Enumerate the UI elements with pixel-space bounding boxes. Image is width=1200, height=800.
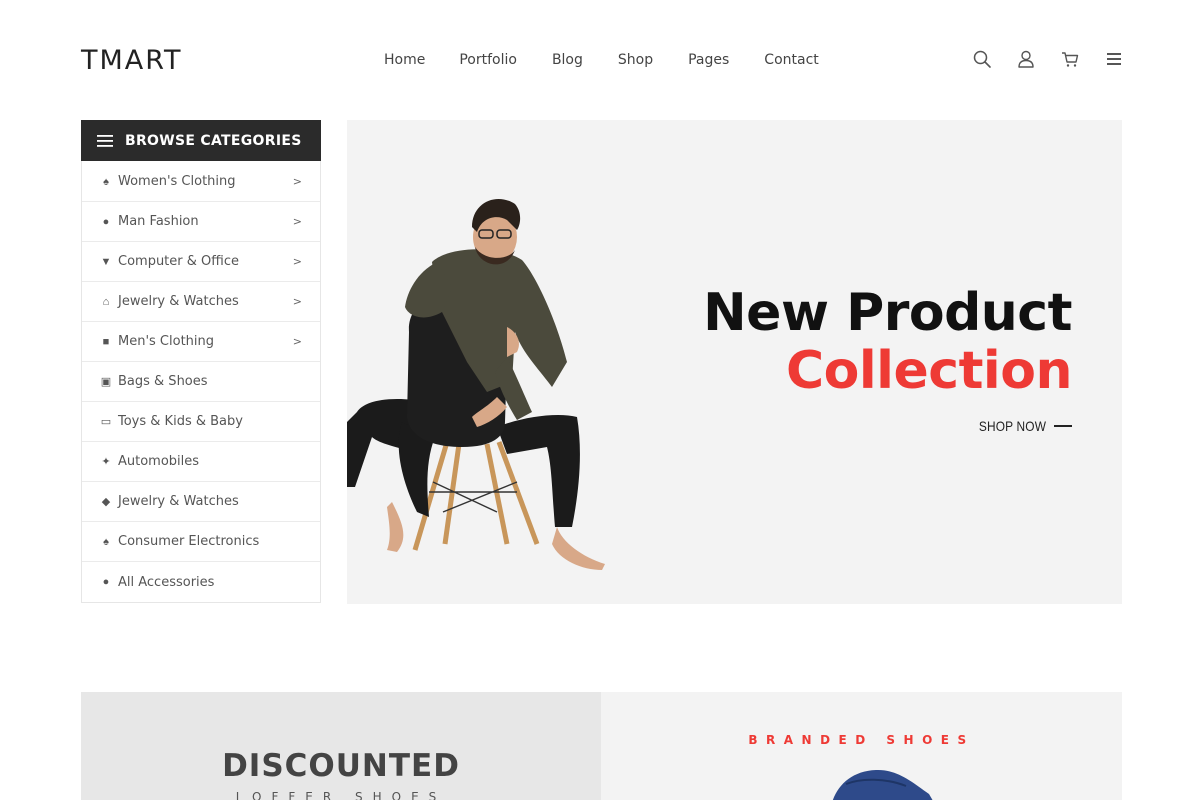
female-icon: ♠: [103, 175, 109, 188]
category-jewelry-watches-2[interactable]: ◆ Jewelry & Watches: [82, 482, 320, 522]
user-icon: ●: [102, 215, 110, 228]
chevron-right-icon: >: [292, 215, 302, 228]
category-womens-clothing[interactable]: ♠ Women's Clothing >: [82, 162, 320, 202]
nav-contact[interactable]: Contact: [764, 50, 818, 70]
hero-banner: New Product Collection SHOP NOW: [347, 120, 1122, 604]
sidebar-heading: BROWSE CATEGORIES: [125, 132, 302, 149]
plug-icon: ✦: [101, 455, 111, 468]
laptop-icon: ▭: [100, 415, 112, 428]
main-nav: Home Portfolio Blog Shop Pages Contact: [384, 50, 819, 70]
chevron-right-icon: >: [292, 175, 302, 188]
nav-home[interactable]: Home: [384, 50, 425, 70]
site-header: TMART Home Portfolio Blog Shop Pages Con…: [0, 0, 1200, 120]
building-icon: ▣: [100, 375, 112, 388]
category-label: Automobiles: [118, 454, 200, 469]
branded-shoes-title: BRANDED SHOES: [748, 733, 975, 747]
category-label: All Accessories: [118, 574, 215, 590]
menu-icon[interactable]: [1104, 49, 1124, 69]
category-toys-kids-baby[interactable]: ▭ Toys & Kids & Baby: [82, 402, 320, 442]
category-label: Women's Clothing: [118, 174, 236, 189]
shoe-image: [832, 769, 933, 800]
category-consumer-electronics[interactable]: ♠ Consumer Electronics: [82, 522, 320, 562]
hamburger-icon: [97, 134, 113, 147]
category-computer-office[interactable]: ▼ Computer & Office >: [82, 242, 320, 282]
chevron-right-icon: >: [292, 295, 302, 308]
category-list: ♠ Women's Clothing > ● Man Fashion > ▼ C…: [82, 162, 320, 602]
category-all-accessories[interactable]: ● All Accessories: [82, 562, 320, 602]
cart-icon[interactable]: [1060, 49, 1080, 69]
shop-now-label: SHOP NOW: [978, 418, 1046, 434]
chevron-right-icon: >: [292, 335, 302, 348]
user-icon[interactable]: [1016, 49, 1036, 69]
site-logo[interactable]: TMART: [81, 44, 183, 78]
coffee-icon: ■: [102, 335, 110, 348]
nav-pages[interactable]: Pages: [688, 50, 729, 70]
tags-icon: ◆: [101, 495, 111, 508]
category-mens-clothing[interactable]: ■ Men's Clothing >: [82, 322, 320, 362]
chevron-right-icon: >: [292, 255, 302, 268]
branded-shoes-banner[interactable]: BRANDED SHOES: [601, 692, 1122, 800]
category-label: Bags & Shoes: [118, 374, 208, 389]
category-man-fashion[interactable]: ● Man Fashion >: [82, 202, 320, 242]
category-label: Computer & Office: [118, 254, 239, 269]
category-automobiles[interactable]: ✦ Automobiles: [82, 442, 320, 482]
category-jewelry-watches[interactable]: ⌂ Jewelry & Watches >: [82, 282, 320, 322]
category-label: Toys & Kids & Baby: [118, 414, 243, 429]
discounted-title: DISCOUNTED: [222, 748, 460, 784]
category-label: Jewelry & Watches: [118, 294, 239, 309]
browse-categories-header[interactable]: BROWSE CATEGORIES: [81, 120, 321, 161]
discounted-subtitle: LOFFER SHOES: [235, 790, 447, 800]
category-label: Men's Clothing: [118, 334, 215, 349]
nav-blog[interactable]: Blog: [552, 50, 583, 70]
nav-portfolio[interactable]: Portfolio: [459, 50, 517, 70]
category-label: Consumer Electronics: [118, 534, 260, 549]
category-label: Man Fashion: [118, 214, 199, 229]
trophy-icon: ▼: [100, 255, 112, 268]
hero-model-image: [347, 198, 605, 570]
category-sidebar: BROWSE CATEGORIES ♠ Women's Clothing > ●…: [81, 120, 321, 603]
nav-shop[interactable]: Shop: [618, 50, 653, 70]
home-icon: ⌂: [102, 295, 110, 308]
shop-now-link[interactable]: SHOP NOW: [967, 418, 1072, 434]
user-icon: ●: [102, 576, 110, 588]
header-actions: [972, 49, 1124, 69]
dash-icon: [1054, 425, 1072, 427]
hero-title-line1: New Product: [703, 283, 1072, 343]
category-bags-shoes[interactable]: ▣ Bags & Shoes: [82, 362, 320, 402]
category-label: Jewelry & Watches: [118, 494, 239, 509]
female-icon: ♠: [103, 535, 109, 548]
hero-title-line2: Collection: [785, 341, 1073, 401]
discounted-banner[interactable]: DISCOUNTED LOFFER SHOES: [81, 692, 601, 800]
search-icon[interactable]: [972, 49, 992, 69]
